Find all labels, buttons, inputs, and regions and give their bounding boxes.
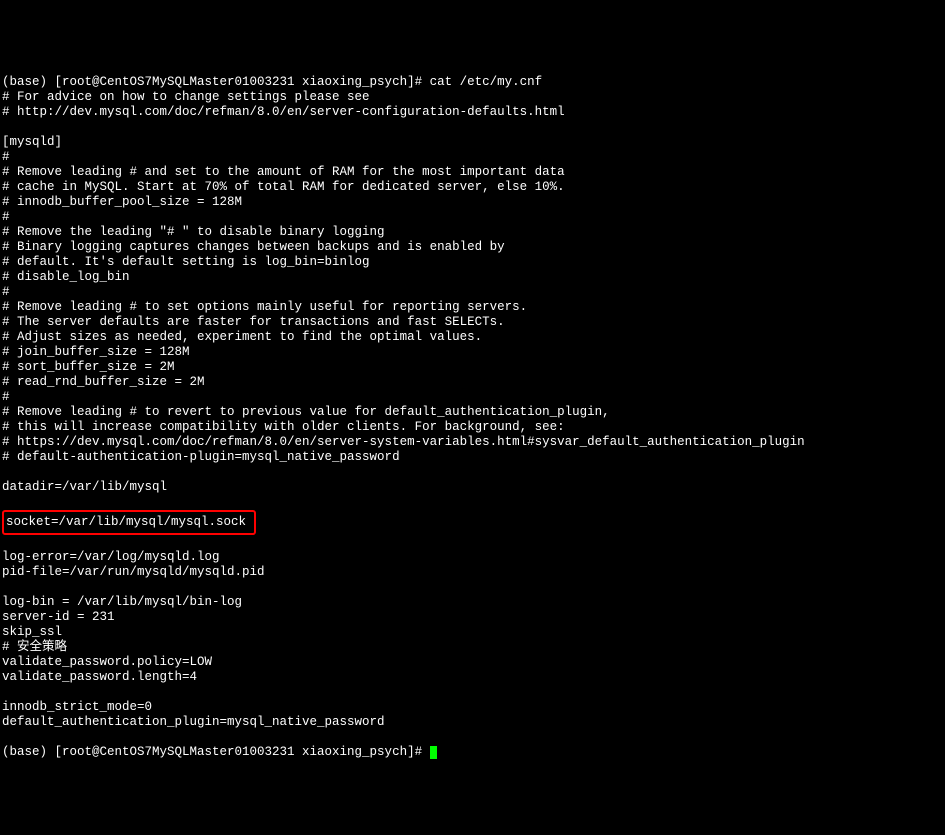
terminal-output[interactable]: (base) [root@CentOS7MySQLMaster01003231 … <box>0 60 945 760</box>
terminal-line <box>2 685 943 700</box>
terminal-line: # read_rnd_buffer_size = 2M <box>2 375 943 390</box>
cursor-icon <box>430 746 437 759</box>
terminal-line: datadir=/var/lib/mysql <box>2 480 943 495</box>
terminal-line: innodb_strict_mode=0 <box>2 700 943 715</box>
terminal-line: # Remove the leading "# " to disable bin… <box>2 225 943 240</box>
terminal-line: # default. It's default setting is log_b… <box>2 255 943 270</box>
terminal-line: # innodb_buffer_pool_size = 128M <box>2 195 943 210</box>
terminal-line: # this will increase compatibility with … <box>2 420 943 435</box>
highlighted-line-box: socket=/var/lib/mysql/mysql.sock <box>2 510 256 535</box>
terminal-line: # cache in MySQL. Start at 70% of total … <box>2 180 943 195</box>
terminal-line: # <box>2 390 943 405</box>
terminal-line: # default-authentication-plugin=mysql_na… <box>2 450 943 465</box>
terminal-line: # join_buffer_size = 128M <box>2 345 943 360</box>
terminal-line: # <box>2 210 943 225</box>
terminal-line: validate_password.length=4 <box>2 670 943 685</box>
terminal-line: # <box>2 150 943 165</box>
terminal-line: # http://dev.mysql.com/doc/refman/8.0/en… <box>2 105 943 120</box>
config-lines-after: log-error=/var/log/mysqld.logpid-file=/v… <box>2 535 943 730</box>
terminal-line: pid-file=/var/run/mysqld/mysqld.pid <box>2 565 943 580</box>
terminal-line: # Remove leading # and set to the amount… <box>2 165 943 180</box>
terminal-line <box>2 580 943 595</box>
terminal-line: # Remove leading # to set options mainly… <box>2 300 943 315</box>
terminal-line: validate_password.policy=LOW <box>2 655 943 670</box>
config-lines-before: (base) [root@CentOS7MySQLMaster01003231 … <box>2 75 943 495</box>
terminal-line <box>2 120 943 135</box>
terminal-line: # The server defaults are faster for tra… <box>2 315 943 330</box>
terminal-line: server-id = 231 <box>2 610 943 625</box>
terminal-line: # For advice on how to change settings p… <box>2 90 943 105</box>
terminal-line: # <box>2 285 943 300</box>
terminal-line <box>2 465 943 480</box>
prompt-line: (base) [root@CentOS7MySQLMaster01003231 … <box>2 745 430 759</box>
terminal-line: log-bin = /var/lib/mysql/bin-log <box>2 595 943 610</box>
terminal-line: # Remove leading # to revert to previous… <box>2 405 943 420</box>
terminal-line: log-error=/var/log/mysqld.log <box>2 550 943 565</box>
terminal-line: skip_ssl <box>2 625 943 640</box>
terminal-line: [mysqld] <box>2 135 943 150</box>
terminal-line: # https://dev.mysql.com/doc/refman/8.0/e… <box>2 435 943 450</box>
terminal-line: # sort_buffer_size = 2M <box>2 360 943 375</box>
terminal-line: # disable_log_bin <box>2 270 943 285</box>
terminal-line: default_authentication_plugin=mysql_nati… <box>2 715 943 730</box>
terminal-line: (base) [root@CentOS7MySQLMaster01003231 … <box>2 75 943 90</box>
terminal-line: # Adjust sizes as needed, experiment to … <box>2 330 943 345</box>
terminal-line: # Binary logging captures changes betwee… <box>2 240 943 255</box>
terminal-line <box>2 535 943 550</box>
highlighted-socket-line: socket=/var/lib/mysql/mysql.sock <box>6 515 246 529</box>
terminal-line: # 安全策略 <box>2 640 943 655</box>
